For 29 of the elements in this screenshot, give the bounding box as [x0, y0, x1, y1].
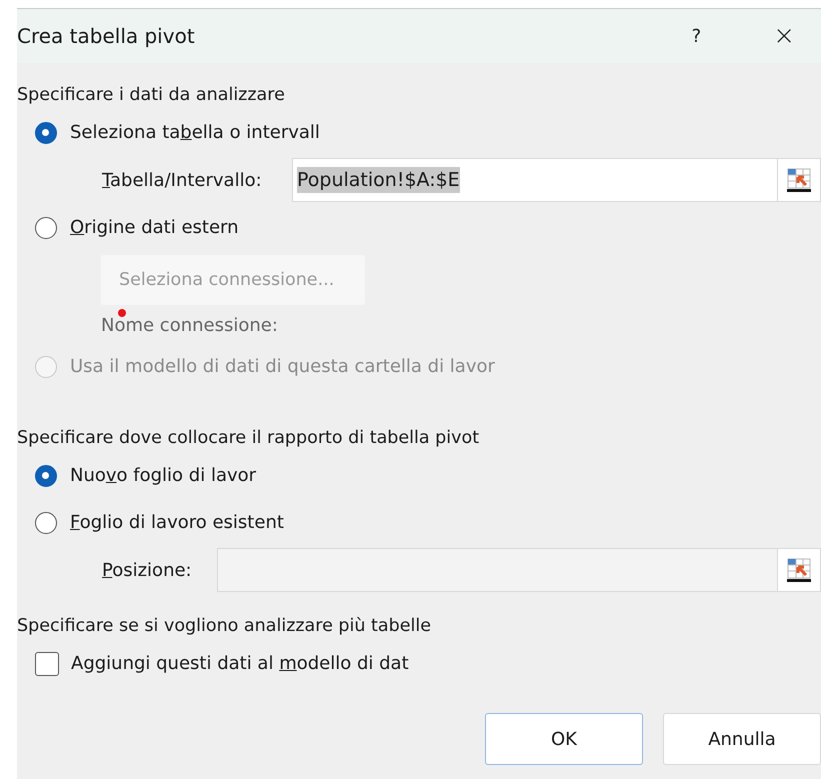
field-label: Posizione:: [102, 560, 193, 580]
radio-button[interactable]: [35, 464, 57, 486]
section-heading: Specificare se si vogliono analizzare più tabelle: [17, 616, 432, 638]
radio-button[interactable]: [35, 216, 57, 238]
range-input-field[interactable]: Population!$A:$E: [292, 158, 777, 202]
radio-label: Foglio di lavoro esistent: [70, 512, 284, 533]
field-label: Tabella/Intervallo:: [102, 170, 263, 190]
checkbox[interactable]: [35, 652, 59, 676]
range-picker-button[interactable]: [777, 548, 821, 592]
close-button[interactable]: ×: [773, 21, 795, 51]
radio-button[interactable]: [35, 512, 57, 534]
section-heading: Specificare i dati da analizzare: [17, 85, 286, 107]
table-arrow-icon: [786, 557, 812, 583]
table-arrow-icon: [786, 167, 812, 193]
section-heading: Specificare dove collocare il rapporto di tabella pivot: [17, 428, 480, 450]
range-picker-button[interactable]: [777, 158, 821, 202]
cancel-button[interactable]: Annulla: [663, 713, 821, 765]
field-value: Population!$A:$E: [297, 167, 460, 193]
radio-label: Seleziona tabella o intervall: [70, 122, 320, 143]
pointer-dot: [118, 309, 126, 317]
radio-label: Usa il modello di dati di questa cartella di lavor: [70, 356, 495, 377]
connection-name-label: Nome connessione:: [101, 315, 278, 336]
radio-label: Nuovo foglio di lavor: [70, 465, 256, 486]
radio-button[interactable]: [35, 122, 57, 144]
help-button[interactable]: ?: [692, 26, 702, 46]
checkbox-label: Aggiungi questi dati al modello di dat: [71, 653, 409, 674]
ok-button[interactable]: OK: [485, 713, 643, 765]
radio-label: Origine dati estern: [70, 217, 239, 238]
window-title: Crea tabella pivot: [17, 24, 196, 48]
